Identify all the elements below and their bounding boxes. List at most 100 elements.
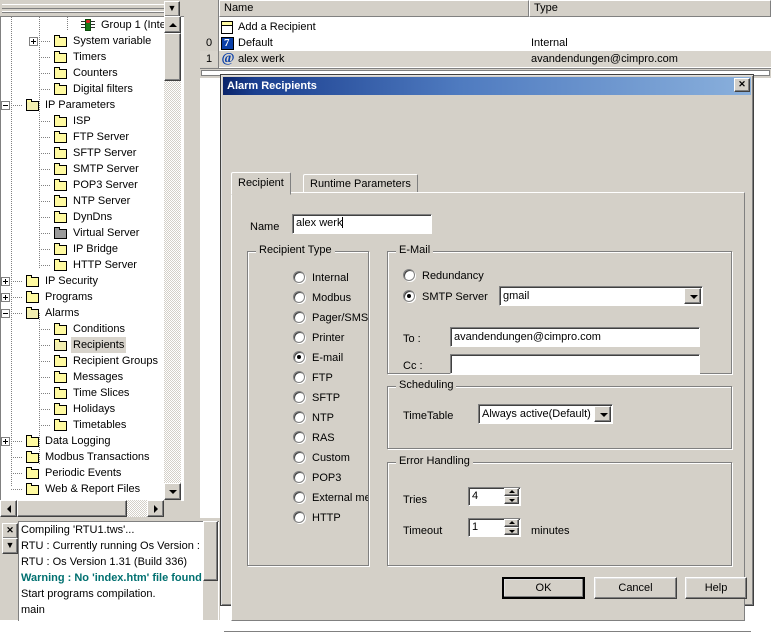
chevron-down-icon[interactable]: [594, 406, 611, 422]
tree-node-label: IP Security: [45, 275, 98, 287]
radio-pop3[interactable]: [293, 471, 305, 483]
timeout-increment-button[interactable]: [504, 519, 519, 527]
scrollbar-thumb[interactable]: [164, 33, 181, 81]
radio-ftp[interactable]: [293, 371, 305, 383]
radio-smtp-server[interactable]: [403, 290, 415, 302]
tree-node-label: Conditions: [73, 323, 125, 335]
name-input[interactable]: alex werk: [292, 214, 432, 234]
tree-view[interactable]: Group 1 (Intern System variable Timers C…: [0, 16, 184, 501]
tree-horizontal-scrollbar[interactable]: [0, 500, 181, 517]
to-label: To :: [403, 333, 421, 345]
radio-ras[interactable]: [293, 431, 305, 443]
tree-node-label: Messages: [73, 371, 124, 383]
timetable-value: Always active(Default): [482, 408, 591, 420]
chevron-down-icon[interactable]: [684, 288, 701, 304]
smtp-server-select[interactable]: gmail: [499, 286, 703, 306]
expand-plus-icon[interactable]: [1, 293, 10, 302]
tree-vertical-scrollbar[interactable]: [164, 16, 181, 500]
radio-custom[interactable]: [293, 451, 305, 463]
tree-node-label: NTP Server: [73, 195, 131, 207]
tries-label: Tries: [403, 494, 428, 506]
name-label: Name: [250, 221, 280, 233]
table-row[interactable]: Default: [219, 35, 529, 51]
timeout-value: 1: [472, 521, 479, 533]
close-icon[interactable]: ✕: [734, 78, 750, 92]
radio-email[interactable]: [293, 351, 305, 363]
log-line: RTU : Currently running Os Version : 1.3…: [21, 540, 219, 552]
scrollbar-thumb[interactable]: [17, 500, 127, 517]
folder-icon: [53, 323, 69, 336]
chevron-down-icon[interactable]: ▼: [164, 1, 180, 17]
tries-increment-button[interactable]: [504, 488, 519, 496]
radio-label-internal: Internal: [312, 272, 349, 284]
row-number: [200, 19, 218, 35]
scroll-down-button[interactable]: [164, 483, 181, 500]
tries-stepper[interactable]: 4: [468, 487, 521, 506]
row-type-cell[interactable]: avandendungen@cimpro.com: [529, 51, 771, 67]
scroll-left-button[interactable]: [0, 500, 17, 517]
log-vertical-scrollbar[interactable]: [203, 521, 218, 620]
row-type-cell[interactable]: [529, 19, 771, 35]
close-icon[interactable]: ✕: [2, 523, 18, 539]
timeout-stepper[interactable]: 1: [468, 518, 521, 537]
error-handling-group-title: Error Handling: [396, 456, 473, 467]
timeout-label: Timeout: [403, 525, 443, 537]
timeout-decrement-button[interactable]: [504, 527, 519, 535]
internal-icon: [221, 35, 234, 51]
collapse-minus-icon[interactable]: [1, 101, 10, 110]
radio-external-memory[interactable]: [293, 491, 305, 503]
tree-node-label: Time Slices: [73, 387, 130, 399]
log-line: main: [21, 604, 45, 616]
tree-node-label: Timers: [73, 51, 107, 63]
log-line: Compiling 'RTU1.tws'...: [21, 524, 135, 536]
new-document-icon: [221, 21, 233, 34]
scroll-up-button[interactable]: [164, 16, 181, 33]
folder-icon: [53, 179, 69, 192]
to-input[interactable]: avandendungen@cimpro.com: [450, 327, 700, 347]
radio-label-pop3: POP3: [312, 472, 342, 484]
expand-plus-icon[interactable]: [29, 37, 38, 46]
scrollbar-track[interactable]: [164, 33, 181, 483]
timetable-select[interactable]: Always active(Default): [478, 404, 613, 424]
cc-input[interactable]: [450, 354, 700, 374]
cancel-button[interactable]: Cancel: [594, 577, 677, 599]
scroll-right-button[interactable]: [147, 500, 164, 517]
collapse-minus-icon[interactable]: [1, 309, 10, 318]
tree-node-label: Alarms: [45, 307, 80, 319]
row-type-cell[interactable]: Internal: [529, 35, 771, 51]
help-button[interactable]: Help: [685, 577, 747, 599]
radio-modbus[interactable]: [293, 291, 305, 303]
tab-recipient[interactable]: Recipient: [231, 172, 291, 195]
radio-http[interactable]: [293, 511, 305, 523]
email-group-title: E-Mail: [396, 245, 434, 256]
expand-plus-icon[interactable]: [1, 277, 10, 286]
folder-icon: [25, 435, 41, 448]
compile-output-text[interactable]: Compiling 'RTU1.tws'... RTU : Currently …: [18, 521, 219, 621]
expand-plus-icon[interactable]: [1, 437, 10, 446]
tree-node-label: Web & Report Files: [45, 483, 141, 495]
column-header-name[interactable]: Name: [219, 0, 529, 17]
radio-sftp[interactable]: [293, 391, 305, 403]
ok-button[interactable]: OK: [502, 577, 585, 599]
tab-runtime-parameters[interactable]: Runtime Parameters: [303, 174, 418, 194]
radio-label-ras: RAS: [312, 432, 335, 444]
radio-redundancy[interactable]: [403, 269, 415, 281]
folder-icon: [53, 115, 69, 128]
chevron-down-icon[interactable]: ▼: [2, 538, 18, 554]
table-row[interactable]: @ alex werk: [219, 51, 529, 67]
tries-decrement-button[interactable]: [504, 496, 519, 504]
radio-internal[interactable]: [293, 271, 305, 283]
recipient-type-title: Recipient Type: [256, 245, 335, 256]
table-row[interactable]: Add a Recipient: [219, 19, 529, 35]
tree-node-label: ISP: [73, 115, 91, 127]
radio-ntp[interactable]: [293, 411, 305, 423]
folder-icon: [53, 387, 69, 400]
dialog-title-bar[interactable]: Alarm Recipients ✕: [223, 77, 751, 95]
scrollbar-thumb[interactable]: [203, 521, 218, 581]
radio-printer[interactable]: [293, 331, 305, 343]
column-header-type[interactable]: Type: [529, 0, 771, 17]
radio-pager-sms[interactable]: [293, 311, 305, 323]
folder-icon: [25, 275, 41, 288]
tree-node-label: POP3 Server: [73, 179, 138, 191]
row-type: Internal: [531, 37, 568, 49]
